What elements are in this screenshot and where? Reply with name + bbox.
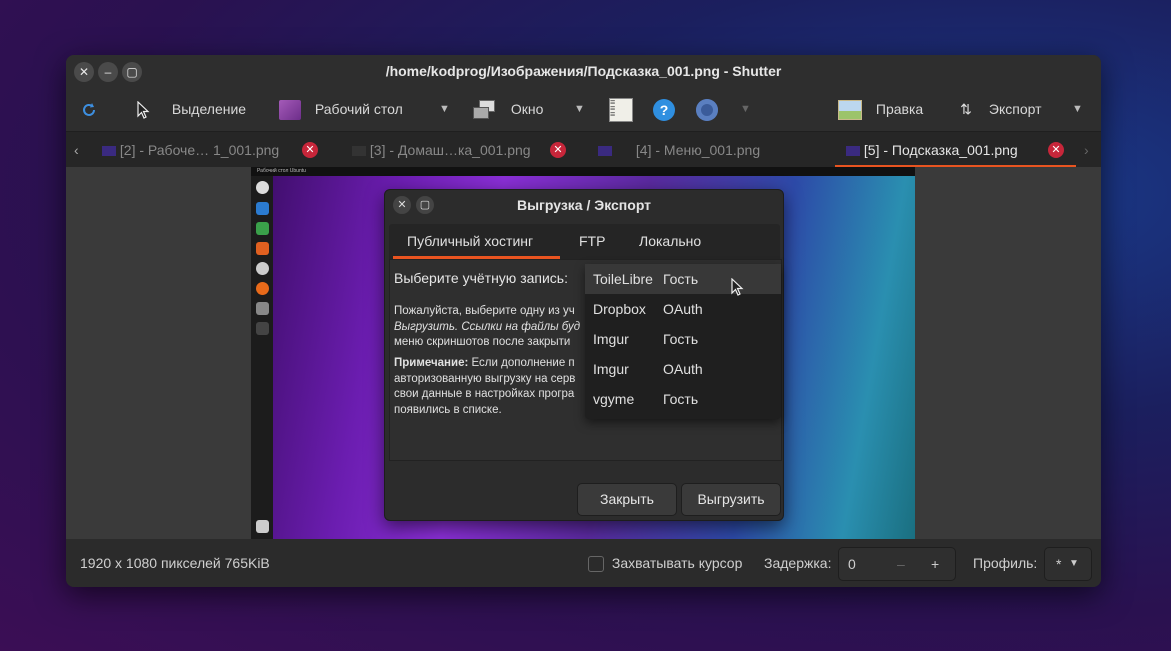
chevron-down-icon[interactable]: ▼ bbox=[740, 88, 751, 131]
export-dialog: ✕ ▢ Выгрузка / Экспорт Публичный хостинг… bbox=[384, 189, 784, 521]
thumbnail-icon bbox=[352, 146, 366, 157]
note-text: Примечание: Если дополнение п авторизова… bbox=[394, 357, 576, 416]
list-item[interactable]: vgyme Гость bbox=[585, 384, 781, 414]
public-hosting-panel: Выберите учётную запись: Пожалуйста, выб… bbox=[389, 259, 782, 461]
shutter-window: ✕ – ▢ /home/kodprog/Изображения/Подсказк… bbox=[66, 55, 1101, 587]
profile-label: Профиль: bbox=[973, 555, 1038, 571]
image-info: 1920 x 1080 пикселей 765KiB bbox=[80, 555, 270, 571]
list-item[interactable]: Dropbox OAuth bbox=[585, 294, 781, 324]
menu-capture-icon[interactable]: ≡ ≡ ≡ bbox=[609, 88, 633, 131]
delay-value: 0 bbox=[848, 556, 856, 572]
tab-ftp[interactable]: FTP bbox=[579, 224, 605, 259]
window-button[interactable]: Окно bbox=[473, 88, 543, 131]
delay-label: Задержка: bbox=[764, 555, 832, 571]
delay-stepper[interactable]: 0 – + bbox=[838, 547, 956, 581]
export-label: Экспорт bbox=[988, 101, 1042, 117]
window-title: /home/kodprog/Изображения/Подсказка_001.… bbox=[385, 63, 782, 79]
tab-local[interactable]: Локально bbox=[639, 224, 701, 259]
tab-4[interactable]: [4] - Меню_001.png bbox=[598, 132, 760, 168]
upload-button[interactable]: Выгрузить bbox=[681, 483, 781, 516]
close-tab-icon[interactable]: ✕ bbox=[302, 142, 318, 158]
list-item[interactable]: Imgur Гость bbox=[585, 324, 781, 354]
image-icon bbox=[838, 100, 862, 121]
account-dropdown-list[interactable]: ToileLibre Гость Dropbox OAuth Imgur Гос… bbox=[585, 264, 781, 419]
edit-button[interactable]: Правка bbox=[838, 88, 923, 131]
edit-label: Правка bbox=[875, 101, 924, 117]
tab-bar: ‹ [2] - Рабоче… 1_001.png ✕ [3] - Домаш…… bbox=[66, 131, 1101, 168]
window-label: Окно bbox=[510, 101, 544, 117]
refresh-icon[interactable] bbox=[80, 88, 100, 131]
thumbnail-icon bbox=[846, 146, 860, 157]
tabs-next-icon[interactable]: › bbox=[1084, 132, 1089, 168]
selection-label: Выделение bbox=[171, 101, 247, 117]
image-view[interactable]: Рабочий стол Ubuntu ✕ ▢ Выгрузка / Экспо… bbox=[66, 167, 1101, 539]
increment-icon[interactable]: + bbox=[931, 548, 939, 580]
chevron-down-icon[interactable]: ▼ bbox=[1072, 88, 1083, 131]
tab-5[interactable]: [5] - Подсказка_001.png bbox=[846, 132, 1018, 168]
decrement-icon[interactable]: – bbox=[897, 548, 905, 580]
export-icon: ⇅ bbox=[960, 101, 972, 117]
list-item[interactable]: ToileLibre Гость bbox=[585, 264, 781, 294]
tabs-prev-icon[interactable]: ‹ bbox=[74, 132, 79, 168]
selection-button[interactable]: Выделение bbox=[136, 88, 246, 131]
account-label: Выберите учётную запись: bbox=[394, 270, 568, 286]
windows-icon bbox=[473, 100, 495, 120]
profile-select[interactable]: * ▼ bbox=[1044, 547, 1092, 581]
tab-3[interactable]: [3] - Домаш…ка_001.png bbox=[352, 132, 531, 168]
help-icon[interactable]: ? bbox=[653, 88, 675, 131]
tab-2[interactable]: [2] - Рабоче… 1_001.png bbox=[102, 132, 279, 168]
export-button[interactable]: ⇅ Экспорт bbox=[957, 88, 1042, 131]
tab-public-hosting[interactable]: Публичный хостинг bbox=[407, 224, 533, 259]
close-tab-icon[interactable]: ✕ bbox=[550, 142, 566, 158]
thumbnail-icon bbox=[598, 146, 612, 157]
dialog-tabs: Публичный хостинг FTP Локально bbox=[389, 224, 780, 259]
mouse-pointer-icon bbox=[731, 278, 744, 296]
desktop-button[interactable]: Рабочий стол bbox=[279, 88, 403, 131]
chevron-down-icon: ▼ bbox=[1069, 558, 1079, 569]
preview-top-bar: Рабочий стол Ubuntu bbox=[251, 167, 915, 176]
thumbnail-icon bbox=[102, 146, 116, 157]
close-tab-icon[interactable]: ✕ bbox=[1048, 142, 1064, 158]
statusbar: 1920 x 1080 пикселей 765KiB Захватывать … bbox=[66, 539, 1101, 587]
close-button[interactable]: Закрыть bbox=[577, 483, 677, 516]
toolbar: Выделение Рабочий стол ▼ Окно ▼ ≡ ≡ ≡ ? ▼ … bbox=[66, 88, 1101, 131]
cursor-icon bbox=[136, 88, 156, 131]
web-capture-icon[interactable] bbox=[696, 88, 718, 131]
preview-dock bbox=[251, 176, 273, 539]
description-text: Пожалуйста, выберите одну из уч Выгрузит… bbox=[394, 305, 581, 348]
desktop-label: Рабочий стол bbox=[314, 101, 403, 117]
desktop-icon bbox=[279, 100, 301, 121]
list-item[interactable]: Imgur OAuth bbox=[585, 354, 781, 384]
dialog-title: Выгрузка / Экспорт bbox=[516, 197, 652, 213]
chevron-down-icon[interactable]: ▼ bbox=[574, 88, 585, 131]
capture-cursor-checkbox[interactable]: Захватывать курсор bbox=[588, 539, 742, 587]
dialog-footer: Закрыть Выгрузить bbox=[389, 459, 781, 517]
checkbox-icon bbox=[588, 556, 604, 573]
titlebar: ✕ – ▢ /home/kodprog/Изображения/Подсказк… bbox=[66, 55, 1101, 88]
chevron-down-icon[interactable]: ▼ bbox=[439, 88, 450, 131]
